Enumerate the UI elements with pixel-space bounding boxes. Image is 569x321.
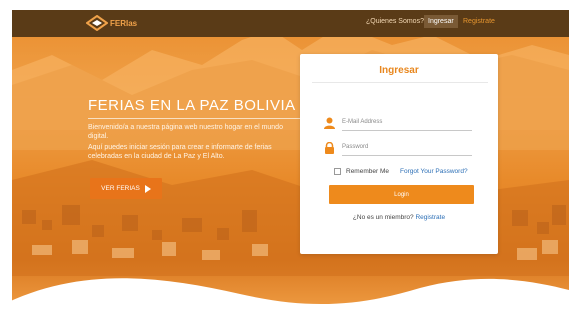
password-placeholder: Password bbox=[342, 144, 369, 150]
view-fairs-button[interactable]: VER FERIAS bbox=[90, 178, 162, 199]
hero-welcome-text: Bienvenido/a a nuestra página web nuestr… bbox=[88, 124, 283, 140]
nav-login-link[interactable]: Ingresar bbox=[424, 15, 458, 28]
lock-icon bbox=[325, 142, 334, 154]
nav-register-link[interactable]: Registrate bbox=[463, 18, 495, 25]
hero-title-divider bbox=[88, 118, 300, 119]
diamond-logo-icon bbox=[86, 15, 108, 31]
email-underline bbox=[342, 130, 472, 131]
nav-about-link[interactable]: ¿Quienes Somos? bbox=[366, 18, 424, 25]
brand-name: FERIas bbox=[110, 18, 138, 28]
play-arrow-icon bbox=[144, 184, 151, 193]
remember-me-label: Remember Me bbox=[346, 168, 389, 175]
email-field[interactable]: E-Mail Address bbox=[324, 117, 474, 133]
user-icon bbox=[324, 117, 335, 129]
hero-info-text: Aquí puedes iniciar sesión para crear e … bbox=[88, 144, 272, 160]
register-link[interactable]: Registrate bbox=[415, 214, 445, 221]
password-underline bbox=[342, 155, 472, 156]
login-card: Ingresar E-Mail Address Password Remembe… bbox=[300, 54, 498, 254]
no-account-text: ¿No es un miembro? bbox=[352, 214, 414, 221]
login-button[interactable]: Login bbox=[329, 185, 474, 204]
top-navbar: FERIas ¿Quienes Somos? Ingresar Registra… bbox=[12, 10, 569, 37]
password-field[interactable]: Password bbox=[324, 142, 474, 158]
remember-me-option[interactable]: Remember Me bbox=[334, 168, 389, 175]
login-card-title: Ingresar bbox=[379, 65, 419, 76]
login-card-divider bbox=[312, 82, 488, 83]
hero-title: FERIAS EN LA PAZ BOLIVIA bbox=[88, 97, 296, 114]
email-placeholder: E-Mail Address bbox=[342, 119, 383, 125]
view-fairs-label: VER FERIAS bbox=[101, 185, 140, 192]
remember-me-checkbox[interactable] bbox=[334, 168, 341, 175]
register-prompt: ¿No es un miembro? Registrate bbox=[300, 214, 498, 221]
brand-logo[interactable]: FERIas bbox=[86, 15, 137, 31]
forgot-password-link[interactable]: Forgot Your Password? bbox=[400, 168, 468, 175]
bottom-wave-decoration bbox=[0, 278, 569, 321]
